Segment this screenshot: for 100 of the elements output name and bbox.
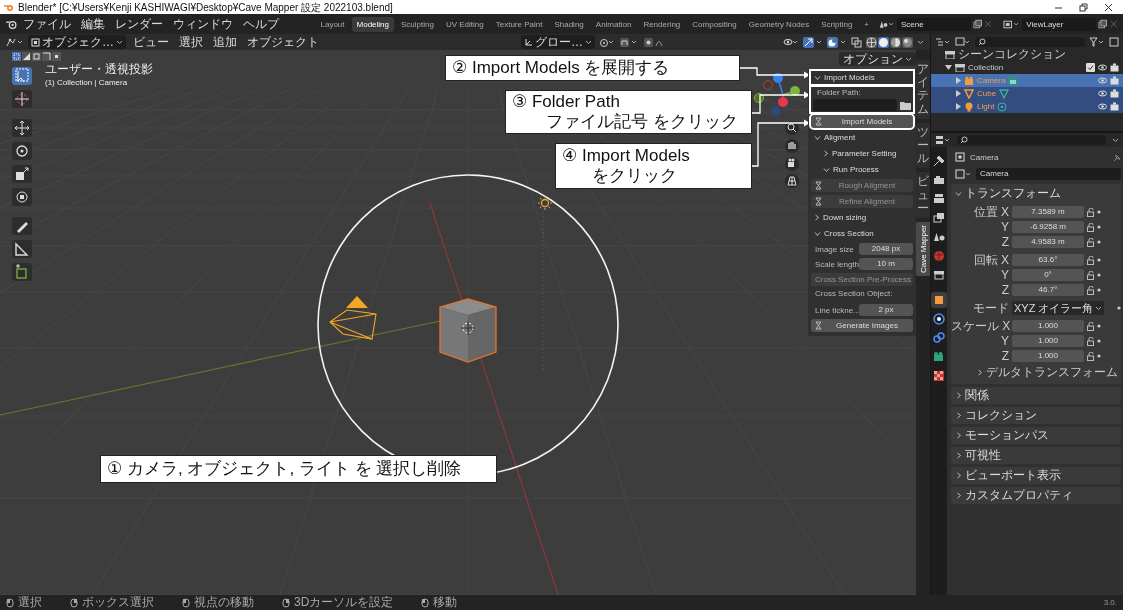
tree-row[interactable]: Light [931, 100, 1123, 113]
subpanel-header[interactable]: Run Process [811, 163, 913, 176]
number-field[interactable]: 1.000 [1012, 350, 1084, 362]
keyframe-dot-icon[interactable] [1097, 210, 1101, 214]
workspace-tab[interactable]: Animation [590, 16, 637, 32]
checkbox-checked-icon[interactable] [1086, 63, 1095, 72]
lock-icon[interactable] [1087, 222, 1094, 232]
transform-tool[interactable] [12, 188, 32, 206]
number-field[interactable]: 63.6° [1012, 254, 1084, 266]
subpanel-header[interactable]: デルタトランスフォーム [951, 364, 1121, 380]
lock-icon[interactable] [1087, 321, 1094, 331]
panel-header[interactable]: コレクション [951, 407, 1121, 424]
workspace-tab[interactable]: Rendering [638, 16, 686, 32]
path-field[interactable] [813, 99, 897, 111]
subpanel-header[interactable]: Parameter Setting [811, 147, 913, 160]
menu-item[interactable]: 編集 [77, 15, 110, 33]
menu-item[interactable]: ファイル [19, 15, 76, 33]
wireframe-shading-icon[interactable] [866, 36, 877, 48]
number-field[interactable]: 0° [1012, 269, 1084, 281]
object-name-field[interactable]: Camera [976, 168, 1121, 180]
display-mode-icon[interactable] [935, 37, 951, 47]
number-field[interactable]: 46.7° [1012, 284, 1084, 296]
checker-tab[interactable] [931, 368, 947, 384]
xray-icon[interactable] [851, 36, 862, 48]
pencil-tool[interactable] [12, 217, 32, 235]
ruler-tool[interactable] [12, 240, 32, 258]
select-mode-icon[interactable] [42, 52, 51, 61]
copy-icon[interactable] [1098, 19, 1108, 29]
search-field[interactable] [975, 37, 1085, 47]
panel-header[interactable]: 関係 [951, 387, 1121, 404]
object-type-icon[interactable] [955, 169, 971, 179]
camera-object[interactable] [329, 296, 377, 340]
zoom-icon[interactable] [785, 121, 799, 135]
sidebar-tab[interactable]: Cave Mapper [916, 221, 930, 276]
add-cube-tool[interactable] [12, 263, 32, 281]
cursor-tool[interactable] [12, 90, 32, 108]
menu-item[interactable]: ウィンドウ [169, 15, 238, 33]
number-field[interactable]: 4.9583 m [1012, 236, 1084, 248]
move-arrows-tool[interactable] [12, 119, 32, 137]
menu-item[interactable]: ビュー [130, 34, 172, 50]
scene-field[interactable]: Scene [896, 17, 971, 31]
workspace-tab[interactable]: Sculpting [396, 16, 439, 32]
number-field[interactable]: 10 m [859, 258, 913, 270]
blender-logo-icon[interactable] [6, 18, 18, 30]
screwdriver-tab[interactable] [931, 153, 947, 169]
close-icon[interactable] [1104, 2, 1113, 12]
orientation-dropdown[interactable]: グロー… [521, 35, 595, 49]
panel-header[interactable]: ビューポート表示 [951, 467, 1121, 484]
workspace-tab[interactable]: Texture Paint [490, 16, 548, 32]
keyframe-dot-icon[interactable] [1097, 288, 1101, 292]
sidebar-tab[interactable]: ツール [916, 122, 930, 169]
keyframe-dot-icon[interactable] [1097, 273, 1101, 277]
keyframe-dot-icon[interactable] [1097, 258, 1101, 262]
snap-icon[interactable] [619, 36, 639, 48]
rotate-tool[interactable] [12, 142, 32, 160]
lock-icon[interactable] [1087, 237, 1094, 247]
scale-tool[interactable] [12, 165, 32, 183]
workspace-tab[interactable]: Modeling [351, 16, 394, 32]
lock-icon[interactable] [1087, 336, 1094, 346]
select-mode-icon[interactable] [32, 52, 41, 61]
view-layer-selector-icon[interactable] [1003, 18, 1021, 30]
number-field[interactable]: 1.000 [1012, 335, 1084, 347]
eye-icon[interactable] [1098, 89, 1107, 98]
tree-item[interactable]: Collection [968, 63, 1004, 72]
panel-header[interactable]: Cross Section [811, 227, 913, 240]
sidebar-tab[interactable]: ビュー [916, 172, 930, 218]
workspace-tab[interactable]: UV Editing [440, 16, 489, 32]
menu-item[interactable]: オブジェクト [244, 34, 322, 50]
search-field[interactable] [957, 135, 1106, 145]
expand-arrow-icon[interactable] [945, 64, 952, 71]
panel-header[interactable]: モーションパス [951, 427, 1121, 444]
sidebar-tab[interactable]: アイテム [916, 60, 930, 119]
keyframe-dot-icon[interactable] [1097, 225, 1101, 229]
orbit-tab[interactable] [931, 311, 947, 327]
eye-icon[interactable] [1098, 102, 1107, 111]
lock-icon[interactable] [1087, 351, 1094, 361]
workspace-tab[interactable]: Shading [549, 16, 589, 32]
number-field[interactable]: 2 px [859, 304, 913, 316]
panel-header[interactable]: 可視性 [951, 447, 1121, 464]
solid-shading-icon[interactable] [878, 36, 889, 48]
proportional-edit-icon[interactable] [643, 36, 665, 48]
keyframe-dot-icon[interactable] [1097, 240, 1101, 244]
gizmo-toggle-icon[interactable] [803, 36, 823, 48]
restore-icon[interactable] [1079, 2, 1088, 12]
new-collection-icon[interactable] [1109, 37, 1119, 47]
cube[interactable] [439, 298, 497, 363]
number-field[interactable]: 2048 px [859, 243, 913, 255]
panel-header[interactable]: Aligment [811, 131, 913, 144]
rendered-shading-icon[interactable] [902, 36, 913, 48]
workspace-tab[interactable]: Compositing [687, 16, 742, 32]
keyframe-dot-icon[interactable] [1097, 324, 1101, 328]
lock-icon[interactable] [1087, 255, 1094, 265]
panel-header[interactable]: カスタムプロパティ [951, 487, 1121, 504]
menu-item[interactable]: レンダー [111, 15, 168, 33]
pivot-icon[interactable] [599, 36, 615, 48]
mode-dropdown[interactable]: XYZ オイラー角 [1012, 301, 1104, 315]
images-tab[interactable] [931, 210, 947, 226]
folder-icon[interactable] [900, 100, 911, 110]
editor-type-icon[interactable] [935, 135, 951, 145]
grid-view-icon[interactable] [785, 174, 799, 188]
